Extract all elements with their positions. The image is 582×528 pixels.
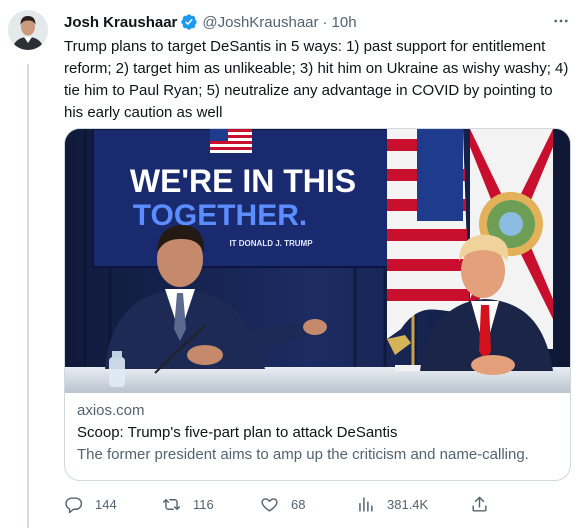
author-handle[interactable]: @JoshKraushaar: [202, 14, 318, 31]
news-photo: WE'RE IN THIS TOGETHER. IT DONALD J. TRU…: [65, 129, 570, 393]
banner-line-1: WE'RE IN THIS: [130, 163, 356, 199]
card-meta: axios.com Scoop: Trump's five-part plan …: [77, 401, 557, 465]
share-button[interactable]: [470, 490, 501, 518]
banner-line-2: TOGETHER.: [133, 199, 307, 232]
card-domain: axios.com: [77, 402, 145, 419]
retweet-button[interactable]: 116: [162, 490, 214, 518]
card-title[interactable]: Scoop: Trump's five-part plan to attack …: [77, 423, 557, 443]
like-count: 68: [291, 496, 306, 512]
more-options-icon[interactable]: [550, 10, 572, 32]
reply-count: 144: [95, 496, 117, 512]
tweet-text: Trump plans to target DeSantis in 5 ways…: [64, 38, 569, 121]
card-image[interactable]: WE'RE IN THIS TOGETHER. IT DONALD J. TRU…: [65, 129, 570, 393]
heart-icon: [261, 497, 278, 512]
reply-button[interactable]: 144: [64, 490, 117, 518]
views-count: 381.4K: [387, 496, 429, 512]
banner-small-text: IT DONALD J. TRUMP: [229, 239, 313, 248]
separator-dot: ·: [322, 13, 328, 31]
views-button[interactable]: 381.4K: [356, 490, 428, 518]
retweet-count: 116: [193, 496, 214, 512]
share-icon: [472, 496, 487, 512]
tweet-actions: 144 116 68 381.4K: [64, 490, 504, 518]
views-chart-icon: [359, 496, 373, 512]
avatar[interactable]: [8, 10, 48, 50]
verified-badge-icon: [180, 13, 198, 31]
retweet-icon: [162, 498, 181, 510]
timestamp[interactable]: 10h: [332, 14, 357, 31]
avatar-photo: [8, 10, 48, 50]
tweet-header: Josh Kraushaar @JoshKraushaar · 10h: [64, 12, 357, 32]
like-button[interactable]: 68: [260, 490, 305, 518]
reply-icon: [65, 496, 83, 513]
link-card[interactable]: WE'RE IN THIS TOGETHER. IT DONALD J. TRU…: [64, 128, 571, 481]
card-description: The former president aims to amp up the …: [77, 446, 529, 463]
thread-line: [27, 64, 29, 528]
author-name[interactable]: Josh Kraushaar: [64, 14, 177, 31]
